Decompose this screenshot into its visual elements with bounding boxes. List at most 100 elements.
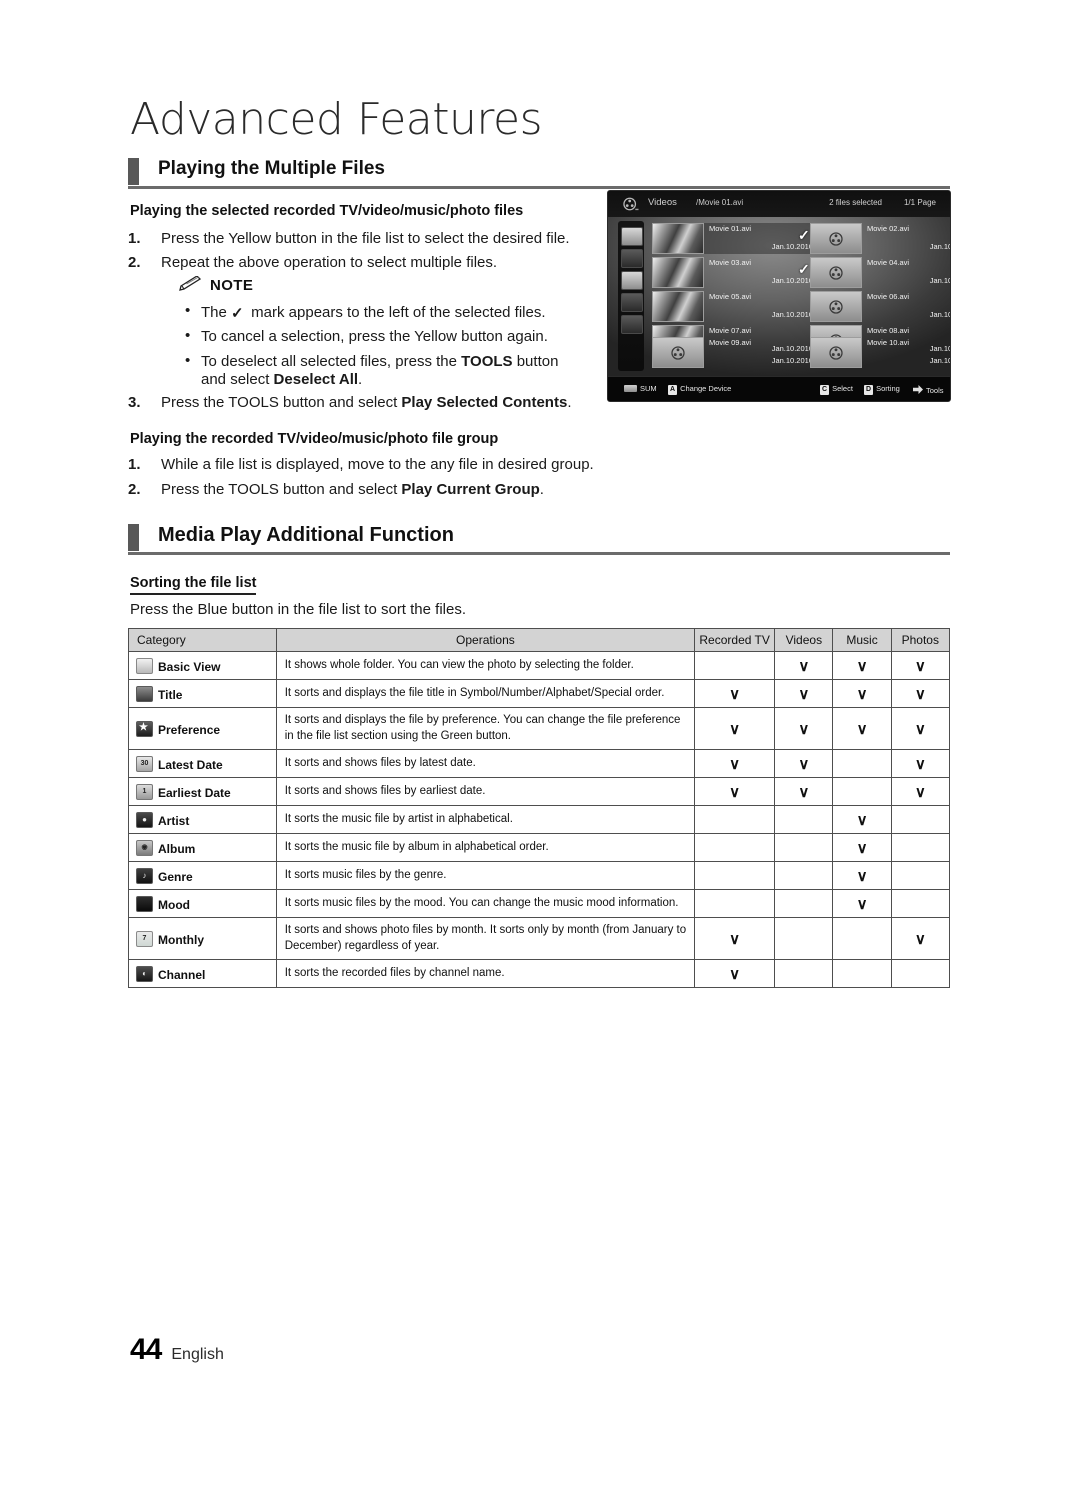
mark-recorded-tv: ∨ xyxy=(694,777,776,807)
category-cell: ★ Preference xyxy=(128,706,277,751)
bullet-dot: • xyxy=(185,302,191,319)
table-row: ◉ Album It sorts the music file by album … xyxy=(128,833,951,863)
mark-music xyxy=(832,959,892,989)
list-item[interactable]: Movie 03.avi Jan.10.2010 xyxy=(652,257,814,288)
table-row: ♪ Genre It sorts music files by the genre… xyxy=(128,861,951,891)
mark-videos xyxy=(774,917,834,961)
file-thumbnail xyxy=(652,223,704,254)
folder-icon xyxy=(136,657,153,674)
footer-key-label: Tools xyxy=(926,386,944,395)
file-name: Movie 08.avi xyxy=(867,326,910,335)
footer-key-sorting[interactable]: D Sorting xyxy=(864,384,900,395)
file-date: Jan.10.2010 xyxy=(929,276,950,285)
list-text: Press the Yellow button in the file list… xyxy=(161,230,570,247)
mark-videos: ∨ xyxy=(774,777,834,807)
column-header-category: Category xyxy=(128,628,277,652)
table-row: ◐ Channel It sorts the recorded files by … xyxy=(128,959,951,989)
operations-cell: It sorts the music file by artist in alp… xyxy=(275,805,696,835)
file-date: Jan.10.2010 xyxy=(929,356,950,365)
section-title: Media Play Additional Function xyxy=(158,524,454,546)
category-label: Latest Date xyxy=(158,757,223,772)
list-item[interactable]: ✓ Movie 04.avi Jan.10.2010 xyxy=(798,257,950,288)
page-footer: 44 English xyxy=(130,1333,224,1367)
usb-icon xyxy=(624,385,637,392)
operations-cell: It sorts the music file by album in alph… xyxy=(275,833,696,863)
mark-music: ∨ xyxy=(832,651,892,680)
tv-top-bar: Videos /Movie 01.avi 2 files selected 1/… xyxy=(608,191,950,218)
film-reel-icon xyxy=(829,231,843,246)
section-header-playing-multiple-files: Playing the Multiple Files xyxy=(128,158,950,192)
title-icon[interactable] xyxy=(621,249,643,268)
note-bullet-text: To deselect all selected files, press th… xyxy=(201,353,558,370)
pencil-icon xyxy=(179,276,202,291)
category-label: Preference xyxy=(158,722,221,737)
genre-icon: ♪ xyxy=(136,867,153,884)
list-item[interactable]: ✓ Movie 02.avi Jan.10.2010 xyxy=(798,223,950,254)
mark-recorded-tv: ∨ xyxy=(694,679,776,708)
operations-cell: It sorts music files by the genre. xyxy=(275,861,696,891)
calendar-day: 1 xyxy=(142,787,147,795)
mark-recorded-tv: ∨ xyxy=(694,959,776,989)
operations-cell: It sorts music files by the mood. You ca… xyxy=(275,889,696,919)
list-number: 1. xyxy=(128,230,141,247)
file-name: Movie 03.avi xyxy=(709,258,752,267)
operations-cell: It sorts the recorded files by channel n… xyxy=(275,959,696,989)
date-icon[interactable] xyxy=(621,271,643,290)
category-label: Basic View xyxy=(158,659,221,674)
footer-key-label: Sorting xyxy=(876,384,900,393)
list-item[interactable]: Movie 05.avi Jan.10.2010 xyxy=(652,291,814,322)
manual-page: Advanced Features Playing the Multiple F… xyxy=(0,0,1080,1494)
mark-videos xyxy=(774,959,834,989)
mark-recorded-tv xyxy=(694,805,776,835)
file-name: Movie 06.avi xyxy=(867,292,910,301)
column-header-operations: Operations xyxy=(275,628,696,652)
category-label: Monthly xyxy=(158,932,204,947)
preference-icon[interactable] xyxy=(621,293,643,312)
section-rule xyxy=(128,552,950,555)
column-header-photos: Photos xyxy=(890,628,951,652)
file-date: Jan.10.2010 xyxy=(929,242,950,251)
mark-photos xyxy=(890,833,951,863)
list-item[interactable]: Movie 10.avi Jan.10.2010 xyxy=(810,337,950,368)
footer-key-tools[interactable]: Tools xyxy=(913,384,944,395)
category-cell: 1 Earliest Date xyxy=(128,777,277,807)
subheading-sorting-file-list: Sorting the file list xyxy=(130,575,257,595)
mark-music xyxy=(832,777,892,807)
film-reel-icon xyxy=(829,265,843,280)
mark-music: ∨ xyxy=(832,889,892,919)
list-text: Press the TOOLS button and select Play C… xyxy=(161,481,544,498)
mark-music: ∨ xyxy=(832,679,892,708)
folder-icon[interactable] xyxy=(621,227,643,246)
list-item[interactable]: Movie 06.avi Jan.10.2010 xyxy=(810,291,950,322)
table-row: Title It sorts and displays the file tit… xyxy=(128,679,951,708)
bullet-dot: • xyxy=(185,352,191,369)
mark-photos: ∨ xyxy=(890,917,951,961)
table-header-row: Category Operations Recorded TV Videos M… xyxy=(128,628,951,652)
footer-key-usb[interactable]: SUM xyxy=(624,384,657,393)
list-item[interactable]: Movie 01.avi Jan.10.2010 xyxy=(652,223,814,254)
category-label: Mood xyxy=(158,897,190,912)
tools-button-label: TOOLS xyxy=(461,353,513,370)
mark-recorded-tv xyxy=(694,889,776,919)
tv-screenshot-media-play: Videos /Movie 01.avi 2 files selected 1/… xyxy=(607,190,951,402)
category-cell: ◐ Channel xyxy=(128,959,277,989)
mark-recorded-tv xyxy=(694,651,776,680)
mark-photos xyxy=(890,861,951,891)
key-c-icon: C xyxy=(820,385,830,395)
category-cell: ♪ Genre xyxy=(128,861,277,891)
mark-photos: ∨ xyxy=(890,777,951,807)
deselect-all-label: Deselect All xyxy=(273,371,359,388)
mark-photos xyxy=(890,889,951,919)
footer-key-select[interactable]: C Select xyxy=(820,384,853,395)
list-item[interactable]: Movie 09.avi Jan.10.2010 xyxy=(652,337,814,368)
favorite-icon[interactable] xyxy=(621,315,643,334)
operations-cell: It sorts and shows files by earliest dat… xyxy=(275,777,696,807)
footer-key-change-device[interactable]: A Change Device xyxy=(668,384,731,395)
intro-text: Press the Blue button in the file list t… xyxy=(130,601,467,618)
tv-sidebar xyxy=(618,221,644,371)
table-row: Mood It sorts music files by the mood. Y… xyxy=(128,889,951,919)
calendar-icon: 7 xyxy=(136,930,153,947)
bullet-text-pre: The xyxy=(201,304,232,321)
file-name: Movie 10.avi xyxy=(867,338,910,347)
column-header-videos: Videos xyxy=(774,628,834,652)
